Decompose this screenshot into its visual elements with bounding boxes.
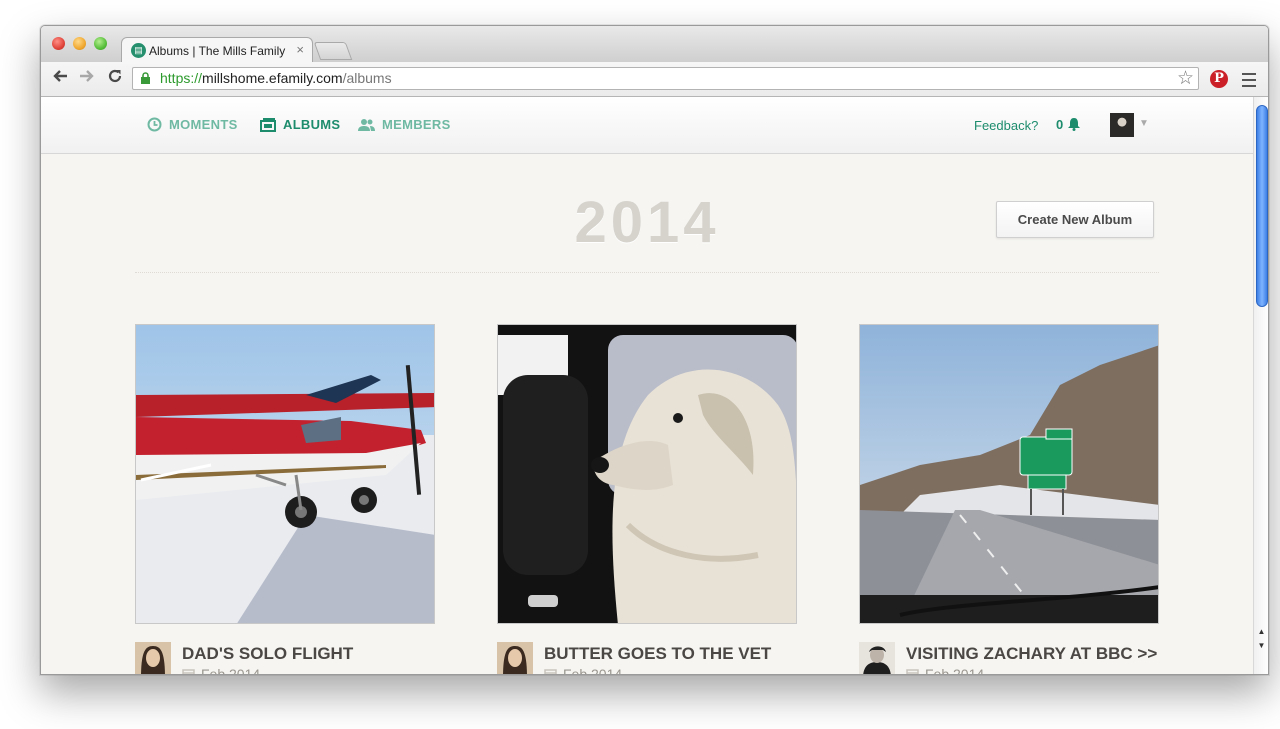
album-date: Feb 2014	[906, 666, 984, 674]
page-scrollbar[interactable]: ▲ ▼	[1253, 97, 1268, 674]
url-scheme: https	[160, 70, 191, 86]
albums-icon	[260, 118, 276, 132]
album-cover-photo[interactable]	[859, 324, 1159, 624]
album-date-text: Feb 2014	[563, 666, 623, 674]
back-arrow-icon[interactable]	[50, 68, 70, 88]
members-icon	[358, 119, 375, 131]
nav-moments-label: MOMENTS	[169, 117, 238, 132]
album-owner-avatar[interactable]	[497, 642, 533, 674]
feedback-link[interactable]: Feedback?	[974, 118, 1038, 133]
address-bar[interactable]: https://millshome.efamily.com/albums ☆	[132, 67, 1199, 90]
nav-members-label: MEMBERS	[382, 117, 451, 132]
url-separator: ://	[190, 70, 203, 86]
star-icon[interactable]: ☆	[1177, 68, 1194, 89]
forward-arrow-icon[interactable]	[77, 68, 97, 88]
browser-tab[interactable]: ▤ Albums | The Mills Family ×	[121, 37, 313, 63]
scroll-down-arrow-icon[interactable]: ▼	[1256, 641, 1267, 653]
avatar-dropdown-caret-icon[interactable]: ▼	[1139, 118, 1149, 129]
album-date-text: Feb 2014	[925, 666, 985, 674]
album-meta: DAD'S SOLO FLIGHT Feb 2014	[135, 642, 435, 674]
notification-count: 0	[1056, 117, 1064, 132]
window-minimize-button[interactable]	[73, 37, 86, 50]
browser-window: ▤ Albums | The Mills Family × https://mi…	[40, 25, 1269, 675]
album-cover-photo[interactable]	[135, 324, 435, 624]
album-owner-avatar[interactable]	[135, 642, 171, 674]
tab-close-icon[interactable]: ×	[296, 42, 304, 57]
tab-strip: ▤ Albums | The Mills Family ×	[41, 26, 1268, 63]
album-title[interactable]: BUTTER GOES TO THE VET	[544, 644, 771, 664]
calendar-icon	[906, 669, 919, 674]
notifications-button[interactable]: 0	[1056, 117, 1081, 132]
window-close-button[interactable]	[52, 37, 65, 50]
album-date: Feb 2014	[182, 666, 260, 674]
album-card[interactable]: BUTTER GOES TO THE VET Feb 2014	[497, 324, 797, 674]
scroll-up-arrow-icon[interactable]: ▲	[1256, 627, 1267, 639]
album-meta: VISITING ZACHARY AT BBC >> Feb 2014	[859, 642, 1159, 674]
nav-members[interactable]: MEMBERS	[358, 117, 451, 132]
album-date: Feb 2014	[544, 666, 622, 674]
new-tab-button[interactable]	[313, 42, 353, 60]
album-title[interactable]: VISITING ZACHARY AT BBC >>	[906, 644, 1157, 664]
album-date-text: Feb 2014	[201, 666, 261, 674]
nav-albums-label: ALBUMS	[283, 117, 341, 132]
reload-icon[interactable]	[105, 68, 125, 88]
efamily-favicon-icon: ▤	[131, 43, 146, 58]
album-card[interactable]: DAD'S SOLO FLIGHT Feb 2014	[135, 324, 435, 674]
section-divider	[135, 272, 1159, 273]
calendar-icon	[544, 669, 557, 674]
url-host: millshome.efamily.com	[202, 70, 343, 86]
album-cover-photo[interactable]	[497, 324, 797, 624]
pinterest-icon[interactable]: P	[1210, 70, 1228, 88]
create-new-album-button[interactable]: Create New Album	[996, 201, 1154, 238]
album-card[interactable]: VISITING ZACHARY AT BBC >> Feb 2014	[859, 324, 1159, 674]
lock-icon	[141, 72, 150, 84]
url-path: /albums	[342, 70, 392, 86]
album-meta: BUTTER GOES TO THE VET Feb 2014	[497, 642, 797, 674]
clock-icon	[147, 117, 162, 132]
album-owner-avatar[interactable]	[859, 642, 895, 674]
nav-albums[interactable]: ALBUMS	[260, 117, 340, 132]
user-avatar[interactable]	[1110, 113, 1134, 137]
window-maximize-button[interactable]	[94, 37, 107, 50]
tab-title: Albums | The Mills Family	[149, 44, 286, 58]
calendar-icon	[182, 669, 195, 674]
nav-moments[interactable]: MOMENTS	[147, 117, 238, 132]
scrollbar-thumb[interactable]	[1256, 105, 1268, 307]
bell-icon	[1068, 118, 1081, 131]
album-title[interactable]: DAD'S SOLO FLIGHT	[182, 644, 353, 664]
url-text: https://millshome.efamily.com/albums	[160, 68, 392, 89]
menu-icon[interactable]	[1242, 69, 1256, 89]
site-header: MOMENTS ALBUMS MEMBERS Feedback? 0 ▼	[41, 97, 1253, 154]
browser-toolbar: https://millshome.efamily.com/albums ☆ P	[41, 62, 1268, 97]
page-viewport: MOMENTS ALBUMS MEMBERS Feedback? 0 ▼ 201…	[41, 97, 1253, 674]
